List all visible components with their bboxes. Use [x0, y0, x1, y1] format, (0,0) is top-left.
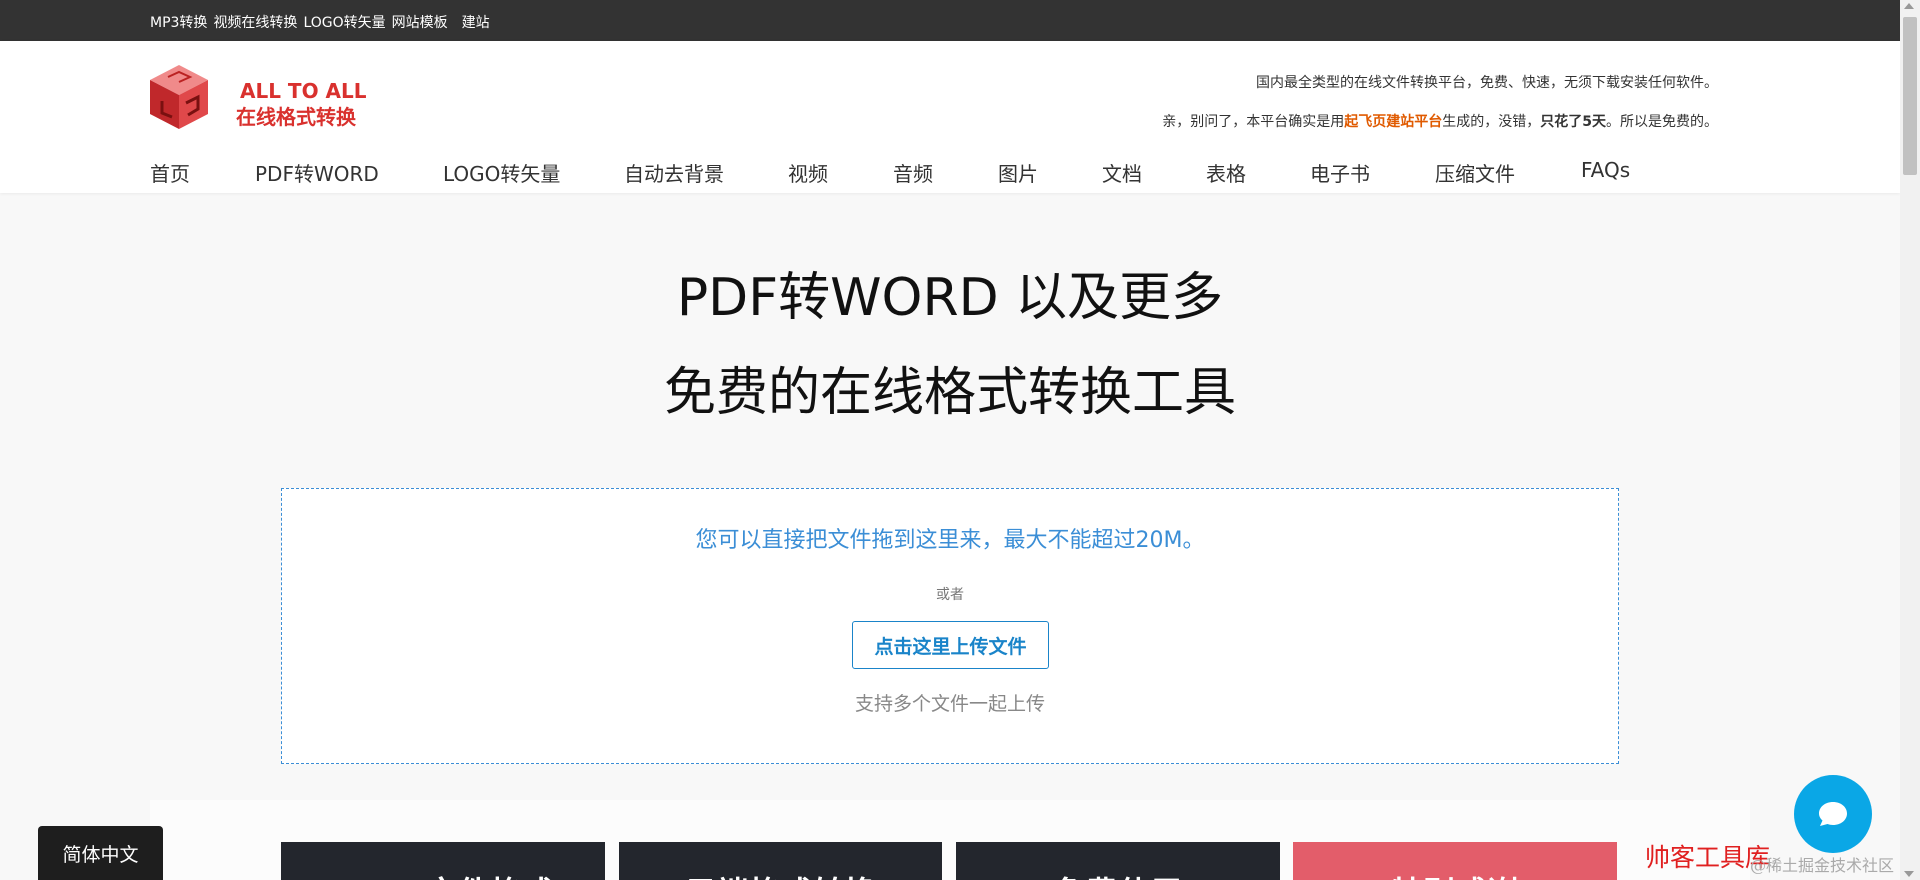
- feature-card-thanks-title: 特别感谢: [1293, 868, 1617, 880]
- brand-name-en: ALL TO ALL: [240, 79, 367, 103]
- feature-card-free-title: 免费使用: [956, 868, 1280, 880]
- feature-card-formats-title: 300+文件格式: [281, 868, 605, 880]
- upload-dropzone[interactable]: 您可以直接把文件拖到这里来，最大不能超过20M。 或者 点击这里上传文件 支持多…: [281, 488, 1619, 764]
- brand-name-cn: 在线格式转换: [236, 105, 356, 129]
- language-switcher[interactable]: 简体中文: [38, 826, 163, 880]
- hero-subtitle: 免费的在线格式转换工具: [663, 363, 1236, 423]
- notice-prefix: 亲，别问了，本平台确实是用: [1162, 114, 1345, 130]
- upload-file-button[interactable]: 点击这里上传文件: [852, 621, 1049, 669]
- drop-or-text: 或者: [936, 587, 964, 603]
- nav-item-remove-background[interactable]: 自动去背景: [624, 158, 724, 187]
- chat-bubble-icon: [1819, 802, 1847, 826]
- nav-item-home[interactable]: 首页: [150, 158, 190, 187]
- nav-item-spreadsheet[interactable]: 表格: [1206, 158, 1246, 187]
- notice-suffix: 。所以是免费的。: [1606, 114, 1718, 130]
- scroll-down-arrow-icon[interactable]: [1904, 871, 1914, 877]
- nav-item-faqs[interactable]: FAQs: [1581, 158, 1630, 182]
- top-bar: MP3转换 视频在线转换 LOGO转矢量 网站模板 建站: [0, 0, 1900, 41]
- nav-item-audio[interactable]: 音频: [893, 158, 933, 187]
- drop-hint: 您可以直接把文件拖到这里来，最大不能超过20M。: [695, 528, 1205, 553]
- notice-middle: 生成的，没错，: [1442, 114, 1541, 130]
- notice-bold: 只花了5天: [1540, 114, 1606, 130]
- nav-item-logo-vector[interactable]: LOGO转矢量: [443, 158, 560, 187]
- feature-card-free: 免费使用: [956, 842, 1280, 880]
- watermark-juejin: @稀土掘金技术社区: [1750, 856, 1895, 875]
- feature-card-thanks: 特别感谢: [1293, 842, 1617, 880]
- hero-title: PDF转WORD 以及更多: [676, 268, 1224, 328]
- scroll-up-arrow-icon[interactable]: [1904, 3, 1914, 9]
- page-scrollbar[interactable]: [1900, 0, 1920, 880]
- brand-name[interactable]: ALL TO ALL 在线格式转换: [236, 78, 367, 130]
- multi-upload-note: 支持多个文件一起上传: [854, 693, 1045, 715]
- nav-item-pdf-to-word[interactable]: PDF转WORD: [255, 158, 379, 187]
- nav-item-document[interactable]: 文档: [1102, 158, 1142, 187]
- top-links: MP3转换 视频在线转换 LOGO转矢量 网站模板 建站: [150, 12, 496, 32]
- top-link-templates[interactable]: 网站模板: [392, 12, 448, 32]
- header-tagline: 国内最全类型的在线文件转换平台，免费、快速，无须下载安装任何软件。: [1256, 75, 1718, 91]
- header-notice: 亲，别问了，本平台确实是用起飞页建站平台生成的，没错，只花了5天。所以是免费的。: [1162, 111, 1718, 131]
- nav-item-image[interactable]: 图片: [998, 158, 1038, 187]
- feature-card-cloud-title: 云端格式转换: [619, 868, 942, 880]
- top-link-build[interactable]: 建站: [462, 12, 490, 32]
- feature-card-cloud: 云端格式转换: [619, 842, 942, 880]
- nav-item-ebook[interactable]: 电子书: [1310, 158, 1370, 187]
- nav-item-archive[interactable]: 压缩文件: [1435, 158, 1515, 187]
- top-link-video[interactable]: 视频在线转换: [213, 12, 297, 32]
- brand-logo-icon[interactable]: [148, 63, 210, 131]
- feature-card-formats: 300+文件格式: [281, 842, 605, 880]
- nav-item-video[interactable]: 视频: [788, 158, 828, 187]
- top-link-logo[interactable]: LOGO转矢量: [303, 12, 385, 32]
- top-link-mp3[interactable]: MP3转换: [150, 12, 207, 32]
- chat-button[interactable]: [1794, 775, 1872, 853]
- notice-platform-link[interactable]: 起飞页建站平台: [1344, 114, 1442, 130]
- scroll-thumb[interactable]: [1903, 17, 1917, 175]
